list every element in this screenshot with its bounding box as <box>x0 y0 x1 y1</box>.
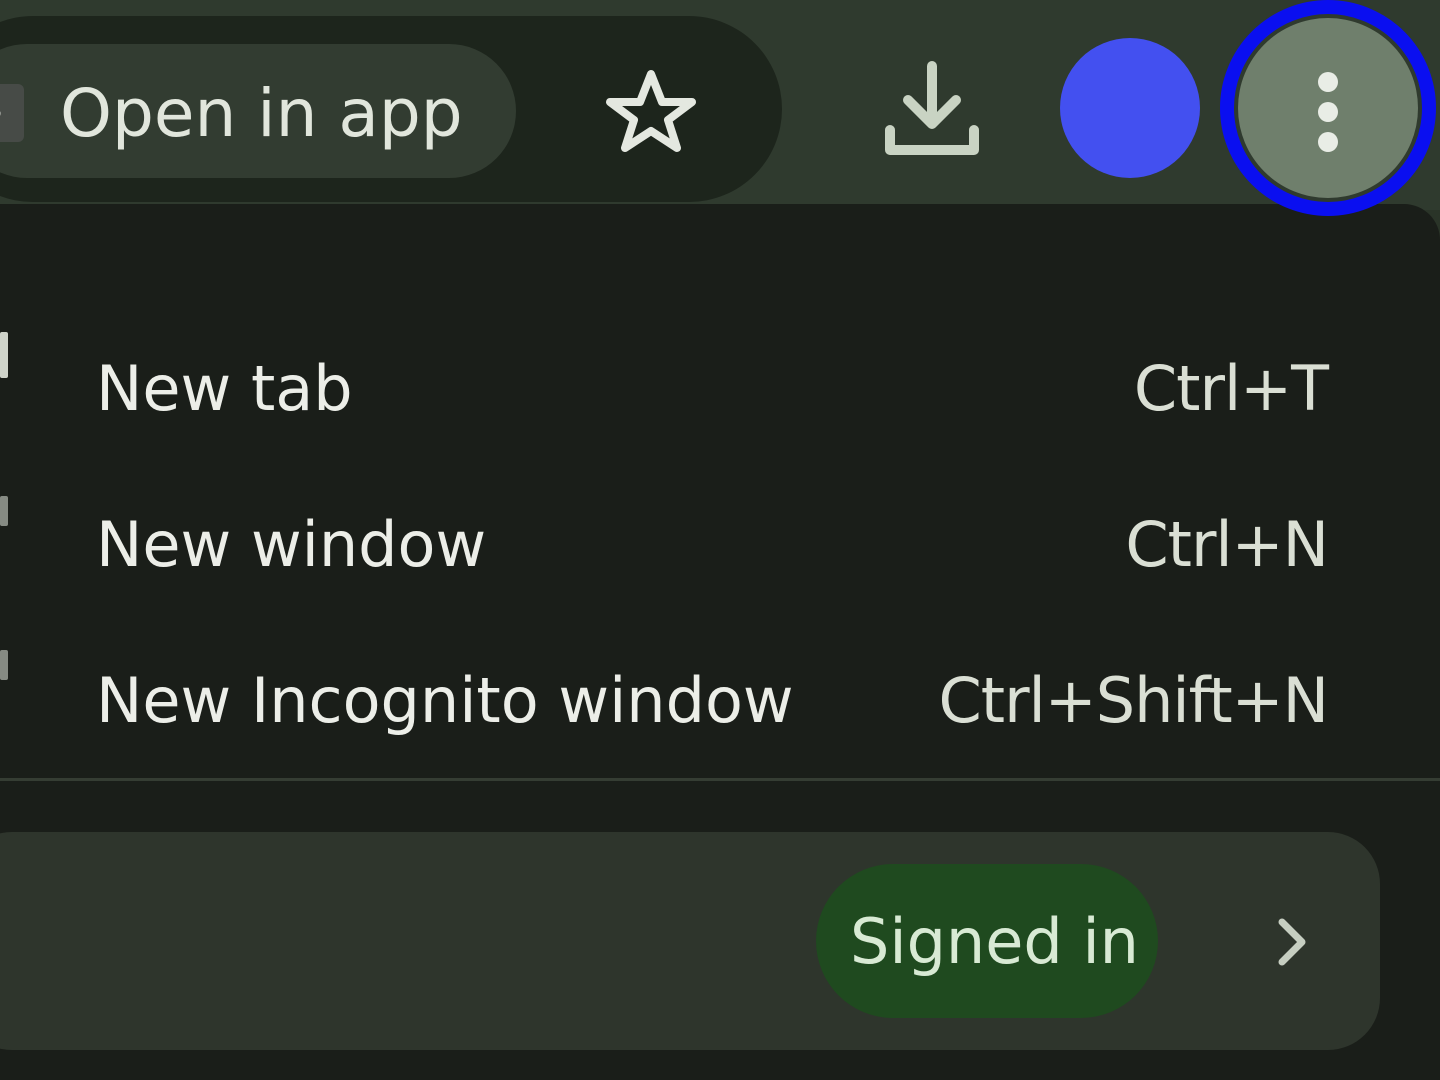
menu-item-new-tab[interactable]: New tab Ctrl+T <box>0 318 1440 458</box>
menu-item-icon <box>0 650 8 680</box>
menu-item-shortcut: Ctrl+N <box>1125 508 1329 581</box>
chevron-right-icon <box>1278 918 1306 966</box>
star-icon <box>606 70 696 152</box>
profile-avatar[interactable] <box>1060 38 1200 178</box>
open-in-app-label[interactable]: Open in app <box>60 72 463 156</box>
more-vert-icon-dot <box>1318 102 1338 122</box>
menu-item-label: New Incognito window <box>96 664 794 737</box>
menu-item-new-window[interactable]: New window Ctrl+N <box>0 474 1440 614</box>
more-vert-icon-dot <box>1318 132 1338 152</box>
browser-window: 3 Open in app New tab Ctrl+T <box>0 0 1440 1080</box>
menu-item-label: New window <box>96 508 487 581</box>
download-icon <box>885 61 979 155</box>
profile-row-expand[interactable] <box>1262 912 1322 972</box>
menu-item-new-incognito-window[interactable]: New Incognito window Ctrl+Shift+N <box>0 630 1440 770</box>
signed-in-badge: Signed in <box>816 864 1158 1018</box>
profile-row[interactable] <box>0 832 1380 1050</box>
signed-in-label: Signed in <box>850 905 1139 978</box>
menu-item-shortcut: Ctrl+Shift+N <box>938 664 1329 737</box>
bookmark-button[interactable] <box>596 60 706 160</box>
app-icon-glyph: 3 <box>0 96 3 126</box>
menu-item-icon <box>0 496 8 526</box>
menu-item-label: New tab <box>96 352 353 425</box>
menu-item-shortcut: Ctrl+T <box>1133 352 1329 425</box>
menu-item-icon <box>0 332 8 378</box>
more-menu-button[interactable] <box>1238 18 1418 198</box>
menu-divider <box>0 778 1440 781</box>
downloads-button[interactable] <box>874 56 990 166</box>
browser-toolbar: 3 Open in app <box>0 0 1440 210</box>
more-vert-icon <box>1318 72 1338 92</box>
app-icon: 3 <box>0 84 24 142</box>
